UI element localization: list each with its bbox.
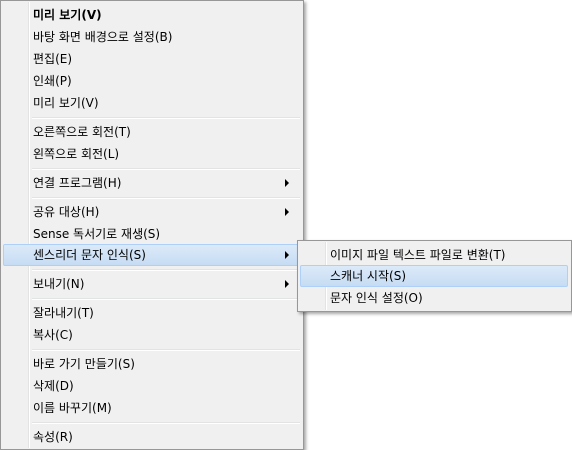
- menu-item-rename[interactable]: 이름 바꾸기(M): [3, 397, 300, 419]
- menu-item-label: 문자 인식 설정(O): [330, 291, 423, 305]
- menu-item-rotate-right[interactable]: 오른쪽으로 회전(T): [3, 121, 300, 143]
- menu-separator: [32, 117, 300, 119]
- menu-item-rotate-left[interactable]: 왼쪽으로 회전(L): [3, 143, 300, 165]
- menu-item-label: 오른쪽으로 회전(T): [33, 125, 131, 139]
- menu-item-label: 이미지 파일 텍스트 파일로 변환(T): [330, 248, 506, 262]
- menu-item-share-with[interactable]: 공유 대상(H): [3, 201, 300, 223]
- menu-separator: [32, 349, 300, 351]
- menu-item-label: 바로 가기 만들기(S): [33, 357, 135, 371]
- submenu-arrow-icon: [285, 208, 289, 216]
- menu-item-sense-reader-play[interactable]: Sense 독서기로 재생(S): [3, 223, 300, 245]
- submenu-arrow-icon: [285, 280, 289, 288]
- menu-item-label: 바탕 화면 배경으로 설정(B): [33, 30, 173, 44]
- menu-item-label: 왼쪽으로 회전(L): [33, 147, 120, 161]
- menu-item-label: 미리 보기(V): [33, 8, 102, 22]
- menu-item-print[interactable]: 인쇄(P): [3, 70, 300, 92]
- ocr-submenu: 이미지 파일 텍스트 파일로 변환(T) 스캐너 시작(S) 문자 인식 설정(…: [297, 240, 572, 312]
- menu-item-label: 연결 프로그램(H): [33, 176, 122, 190]
- menu-separator: [32, 298, 300, 300]
- submenu-item-start-scanner[interactable]: 스캐너 시작(S): [300, 265, 568, 287]
- menu-item-copy[interactable]: 복사(C): [3, 324, 300, 346]
- menu-item-delete[interactable]: 삭제(D): [3, 375, 300, 397]
- menu-item-cut[interactable]: 잘라내기(T): [3, 302, 300, 324]
- submenu-item-ocr-settings[interactable]: 문자 인식 설정(O): [300, 287, 568, 309]
- submenu-arrow-icon: [285, 179, 289, 187]
- menu-item-label: 인쇄(P): [33, 74, 72, 88]
- menu-item-label: 센스리더 문자 인식(S): [33, 248, 146, 262]
- menu-item-preview-default[interactable]: 미리 보기(V): [3, 4, 300, 26]
- menu-item-edit[interactable]: 편집(E): [3, 48, 300, 70]
- menu-separator: [32, 197, 300, 199]
- menu-item-label: Sense 독서기로 재생(S): [33, 227, 161, 241]
- context-menu: 미리 보기(V) 바탕 화면 배경으로 설정(B) 편집(E) 인쇄(P) 미리…: [0, 0, 304, 450]
- menu-separator: [32, 269, 300, 271]
- menu-item-label: 잘라내기(T): [33, 306, 94, 320]
- menu-item-properties[interactable]: 속성(R): [3, 426, 300, 448]
- menu-item-label: 삭제(D): [33, 379, 74, 393]
- menu-item-label: 미리 보기(V): [33, 96, 99, 110]
- submenu-arrow-icon: [285, 251, 289, 259]
- menu-item-label: 공유 대상(H): [33, 205, 100, 219]
- menu-item-label: 보내기(N): [33, 277, 85, 291]
- menu-item-label: 스캐너 시작(S): [330, 269, 406, 283]
- menu-item-label: 편집(E): [33, 52, 73, 66]
- menu-item-preview[interactable]: 미리 보기(V): [3, 92, 300, 114]
- menu-item-label: 이름 바꾸기(M): [33, 401, 112, 415]
- submenu-item-convert-image-to-text[interactable]: 이미지 파일 텍스트 파일로 변환(T): [300, 244, 568, 266]
- menu-item-create-shortcut[interactable]: 바로 가기 만들기(S): [3, 353, 300, 375]
- menu-item-sensereader-ocr[interactable]: 센스리더 문자 인식(S): [3, 244, 300, 266]
- menu-item-set-desktop-background[interactable]: 바탕 화면 배경으로 설정(B): [3, 26, 300, 48]
- menu-item-send-to[interactable]: 보내기(N): [3, 273, 300, 295]
- menu-separator: [32, 422, 300, 424]
- menu-item-open-with[interactable]: 연결 프로그램(H): [3, 172, 300, 194]
- menu-item-label: 복사(C): [33, 328, 73, 342]
- menu-separator: [32, 168, 300, 170]
- menu-item-label: 속성(R): [33, 430, 73, 444]
